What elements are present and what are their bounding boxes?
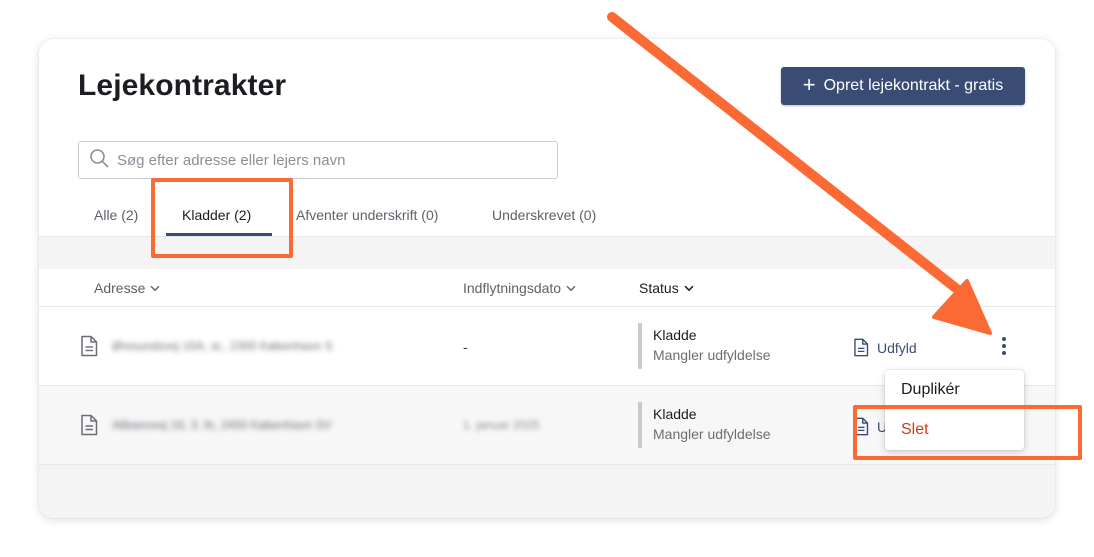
search-box: [78, 141, 558, 179]
table-footer: [39, 465, 1055, 518]
column-label: Indflytningsdato: [463, 280, 562, 296]
chevron-down-icon: [684, 285, 694, 291]
status-detail: Mangler udfyldelse: [653, 347, 771, 363]
chevron-down-icon: [150, 285, 160, 291]
status-detail: Mangler udfyldelse: [653, 426, 771, 442]
row-address: Allbanovej 16, 3. th, 2450 København SV: [112, 418, 332, 432]
row-status: Kladde Mangler udfyldelse: [638, 402, 771, 448]
chevron-down-icon: [566, 285, 576, 291]
status-label: Kladde: [653, 406, 697, 422]
tab-awaiting-signature[interactable]: Afventer underskrift (0): [296, 207, 438, 223]
tab-signed[interactable]: Underskrevet (0): [492, 207, 596, 223]
fill-in-link[interactable]: Udfyld: [853, 338, 917, 357]
document-icon: [80, 414, 98, 441]
search-input[interactable]: [117, 151, 537, 169]
fill-in-label: Udfyld: [877, 339, 917, 356]
highlight-box-delete-item: [853, 405, 1082, 460]
menu-item-duplicate[interactable]: Duplikér: [901, 381, 960, 399]
page-title: Lejekontrakter: [78, 69, 287, 102]
create-contract-button[interactable]: + Opret lejekontrakt - gratis: [781, 67, 1025, 105]
search-icon: [89, 148, 109, 173]
row-move-in-date: -: [463, 339, 468, 355]
create-contract-label: Opret lejekontrakt - gratis: [823, 77, 1004, 94]
column-label: Adresse: [94, 280, 146, 296]
column-header-address[interactable]: Adresse: [94, 280, 160, 296]
plus-icon: +: [802, 72, 816, 97]
more-options-icon[interactable]: [1000, 337, 1008, 357]
column-header-move-in-date[interactable]: Indflytningsdato: [463, 280, 576, 296]
column-label: Status: [639, 280, 679, 296]
document-icon: [854, 338, 869, 357]
row-address: Øresundsvej 15A, st., 2300 København S: [112, 339, 333, 353]
row-move-in-date: 1. januar 2025: [463, 418, 540, 432]
tab-all[interactable]: Alle (2): [94, 207, 138, 223]
table-header: Adresse Indflytningsdato Status: [39, 269, 1055, 307]
document-icon: [80, 335, 98, 362]
column-header-status[interactable]: Status: [639, 280, 694, 296]
highlight-box-drafts-tab: [151, 178, 293, 258]
status-label: Kladde: [653, 327, 697, 343]
row-status: Kladde Mangler udfyldelse: [638, 323, 771, 369]
